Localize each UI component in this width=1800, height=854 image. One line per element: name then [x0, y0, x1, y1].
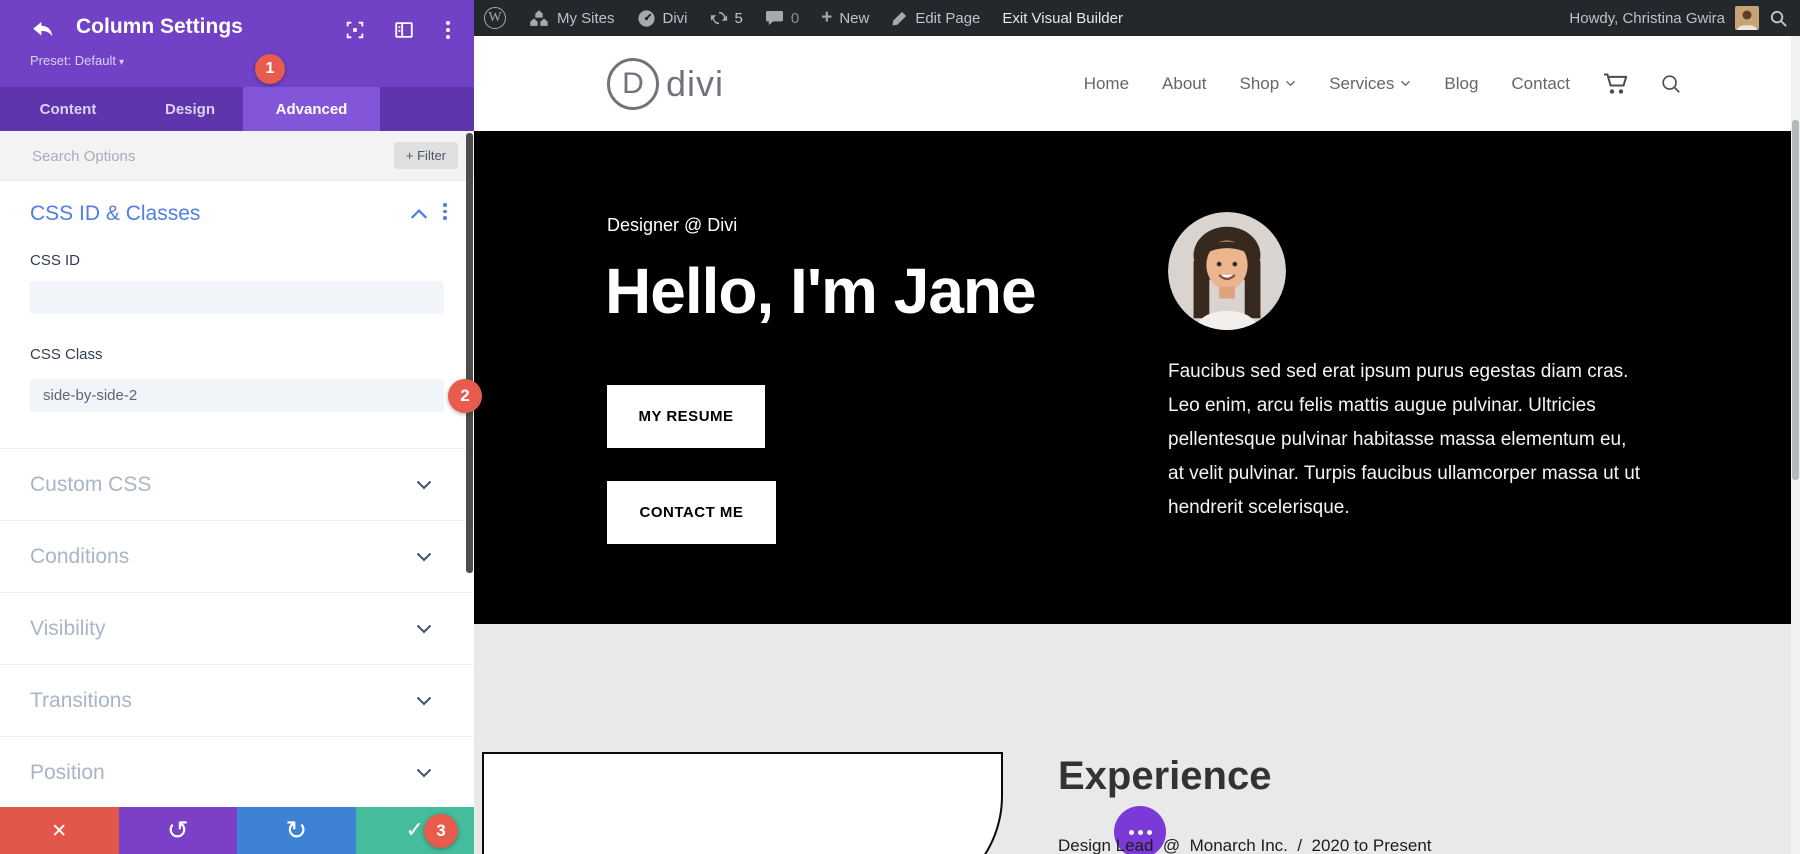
hero-paragraph: Faucibus sed sed erat ipsum purus egesta…	[1168, 361, 1641, 518]
chevron-down-icon	[416, 552, 432, 561]
section-title: CSS ID & Classes	[30, 202, 201, 225]
settings-header: Column Settings Preset: Default ▾	[0, 0, 474, 87]
edit-page-menu[interactable]: Edit Page	[891, 10, 980, 27]
wp-admin-bar: W My Sites Divi 5 0 + New Edit Page Exit…	[474, 0, 1800, 36]
panel-title: Column Settings	[76, 15, 243, 38]
site-search-icon[interactable]	[1660, 73, 1682, 95]
tab-design[interactable]: Design	[140, 87, 240, 131]
profile-photo	[1168, 212, 1286, 330]
chevron-down-icon	[416, 696, 432, 705]
css-class-label: CSS Class	[30, 346, 103, 363]
chevron-down-icon	[416, 624, 432, 633]
panel-layout-icon[interactable]	[393, 19, 415, 41]
hero-heading: Hello, I'm Jane	[605, 255, 1037, 327]
discard-button[interactable]: ✕	[0, 807, 119, 854]
redo-icon: ↻	[285, 815, 308, 846]
plus-icon: +	[821, 7, 833, 28]
wordpress-logo-icon: W	[484, 7, 506, 29]
my-sites-menu[interactable]: My Sites	[528, 10, 615, 27]
chevron-down-icon	[1286, 80, 1296, 87]
sidebar-item-visibility[interactable]: Visibility	[0, 592, 474, 664]
chevron-down-icon	[416, 768, 432, 777]
sidebar-item-transitions[interactable]: Transitions	[0, 664, 474, 736]
nav-blog[interactable]: Blog	[1444, 74, 1478, 94]
howdy-account-menu[interactable]: Howdy, Christina Gwira	[1569, 10, 1725, 27]
my-resume-button[interactable]: MY RESUME	[607, 385, 765, 448]
experience-section: Experience Design Lead @ Monarch Inc. / …	[474, 624, 1800, 854]
search-options-input[interactable]	[30, 131, 334, 182]
divi-visual-builder: Column Settings Preset: Default ▾ Content…	[0, 0, 1800, 854]
nav-about[interactable]: About	[1162, 74, 1206, 94]
css-id-classes-header[interactable]: CSS ID & Classes	[0, 196, 474, 236]
options-search-row: + Filter	[0, 131, 474, 182]
css-id-label: CSS ID	[30, 252, 81, 269]
check-icon: ✓	[405, 818, 424, 843]
nav-contact[interactable]: Contact	[1511, 74, 1570, 94]
nav-shop[interactable]: Shop	[1239, 74, 1296, 94]
pencil-icon	[892, 11, 907, 26]
experience-entry: Design Lead @ Monarch Inc. / 2020 to Pre…	[1058, 836, 1432, 854]
site-nav: Home About Shop Services Blog Contact	[1084, 36, 1682, 131]
divi-site-logo[interactable]: D divi	[607, 57, 725, 110]
chevron-up-icon[interactable]	[410, 208, 430, 222]
admin-search-icon[interactable]	[1769, 9, 1788, 28]
expand-modal-icon[interactable]	[344, 19, 366, 41]
page-scrollbar-thumb[interactable]	[1792, 120, 1799, 480]
sidebar-item-custom-css[interactable]: Custom CSS	[0, 448, 474, 520]
wordpress-menu[interactable]: W	[484, 7, 506, 29]
step-badge-1: 1	[255, 54, 285, 84]
update-count: 5	[734, 9, 743, 27]
cart-icon[interactable]	[1603, 73, 1627, 95]
step-badge-2: 2	[448, 379, 482, 413]
preset-selector[interactable]: Preset: Default ▾	[30, 53, 124, 68]
update-icon	[710, 11, 727, 25]
divi-logo-mark: D	[607, 57, 659, 110]
step-badge-3: 3	[424, 814, 458, 848]
site-header: D divi Home About Shop Services Blog Con…	[474, 36, 1800, 131]
divi-admin-menu[interactable]: Divi	[637, 9, 688, 28]
redo-button[interactable]: ↻	[237, 807, 356, 854]
page-scrollbar[interactable]	[1791, 36, 1800, 854]
outlined-card-shape	[482, 752, 1003, 854]
sidebar-scrollbar[interactable]	[466, 133, 473, 573]
section-menu-kebab-icon[interactable]	[443, 203, 447, 220]
comment-count: 0	[790, 9, 800, 27]
hero-eyebrow: Designer @ Divi	[607, 215, 738, 235]
css-class-input[interactable]	[30, 379, 444, 412]
user-avatar[interactable]	[1735, 6, 1759, 30]
page-preview: W My Sites Divi 5 0 + New Edit Page Exit…	[474, 0, 1800, 854]
undo-icon: ↺	[166, 815, 189, 846]
column-settings-panel: Column Settings Preset: Default ▾ Content…	[0, 0, 474, 854]
nav-services[interactable]: Services	[1329, 74, 1411, 94]
exit-visual-builder-link[interactable]: Exit Visual Builder	[1002, 10, 1123, 27]
nav-home[interactable]: Home	[1084, 74, 1129, 94]
updates-menu[interactable]: 5	[710, 9, 743, 27]
close-icon: ✕	[51, 819, 68, 842]
comments-menu[interactable]: 0	[765, 10, 799, 27]
chevron-down-icon	[1401, 80, 1411, 87]
settings-tabs: Content Design Advanced	[0, 87, 474, 131]
comment-icon	[765, 10, 783, 25]
back-arrow-icon[interactable]	[30, 17, 56, 43]
settings-accordion: Custom CSS Conditions Visibility Transit…	[0, 448, 474, 808]
divi-logo-text: divi	[666, 62, 725, 104]
my-sites-icon	[530, 9, 548, 26]
tab-advanced[interactable]: Advanced	[243, 87, 380, 131]
caret-down-icon: ▾	[119, 57, 125, 68]
sidebar-item-conditions[interactable]: Conditions	[0, 520, 474, 592]
experience-title: Experience	[1058, 754, 1272, 798]
sidebar-item-position[interactable]: Position	[0, 736, 474, 808]
gauge-icon	[637, 9, 655, 27]
css-id-input[interactable]	[30, 281, 444, 314]
contact-me-button[interactable]: CONTACT ME	[607, 481, 776, 544]
filter-button[interactable]: + Filter	[393, 142, 458, 169]
panel-menu-kebab-icon[interactable]	[437, 21, 459, 43]
hero-section: Designer @ Divi Hello, I'm Jane MY RESUM…	[474, 131, 1800, 624]
chevron-down-icon	[416, 480, 432, 489]
tab-content[interactable]: Content	[18, 87, 118, 131]
settings-footer-actions: ✕ ↺ ↻ ✓	[0, 807, 474, 854]
new-content-menu[interactable]: + New	[821, 7, 869, 29]
undo-button[interactable]: ↺	[118, 807, 237, 854]
